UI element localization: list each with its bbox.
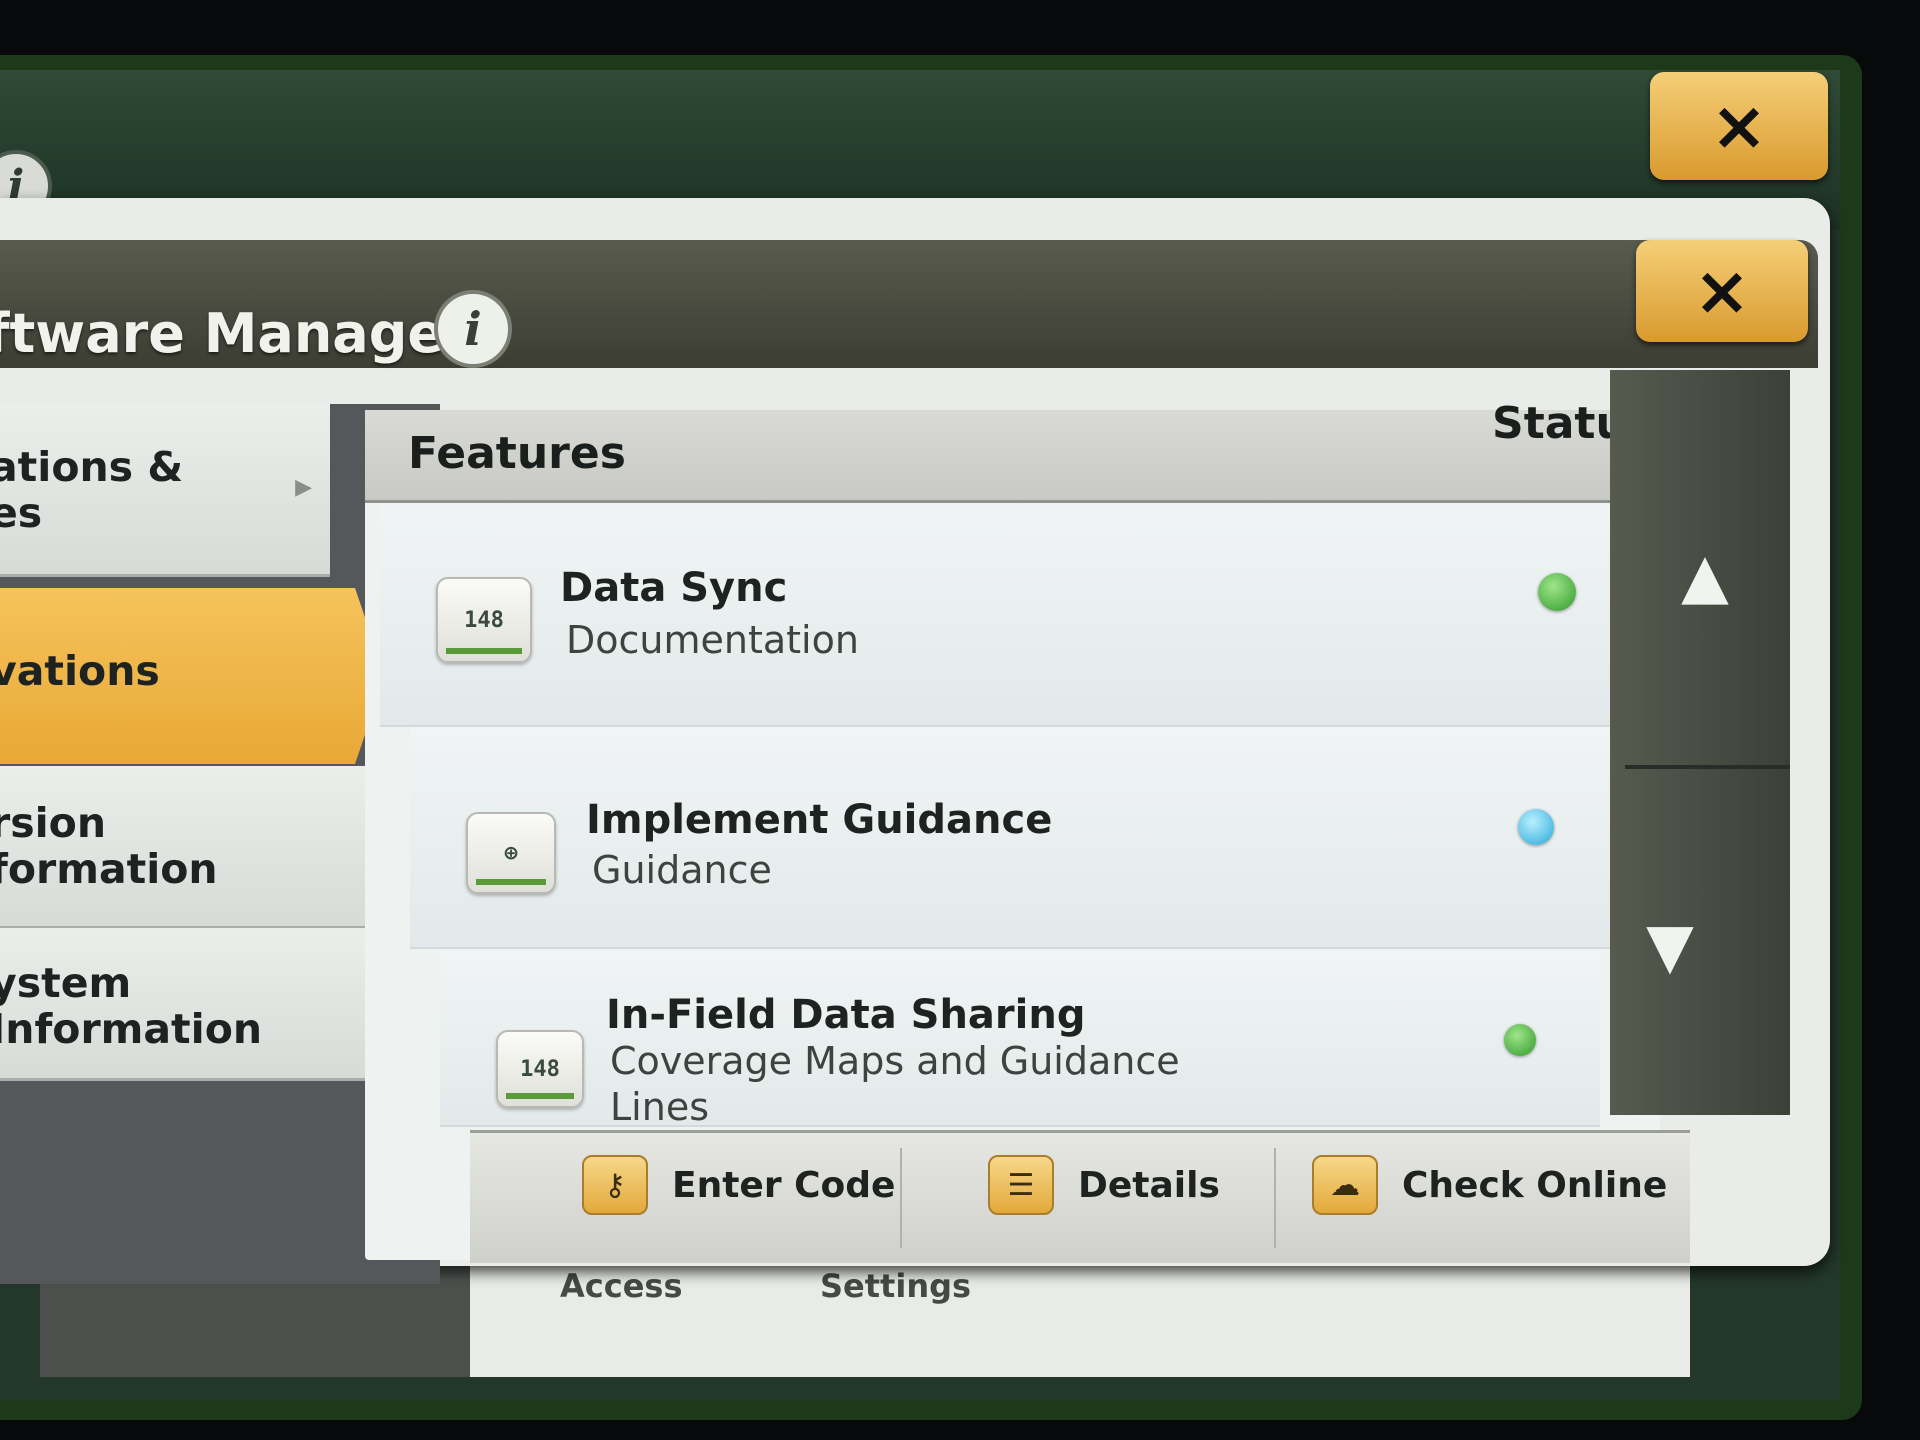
outer-close-button[interactable]: × <box>1650 72 1828 180</box>
check-online-button[interactable]: ☁ Check Online <box>1312 1155 1667 1215</box>
status-indicator-green <box>1504 1024 1536 1056</box>
feature-name: Implement Guidance <box>586 797 1053 843</box>
toolbar-divider <box>900 1148 902 1248</box>
scrollbar-divider <box>1625 765 1790 769</box>
scroll-up-arrow-icon[interactable]: ▲ <box>1650 530 1760 620</box>
scroll-down-arrow-icon[interactable]: ▼ <box>1615 900 1725 990</box>
feature-subtitle: Guidance <box>592 848 772 892</box>
enter-code-button[interactable]: ⚷ Enter Code <box>582 1155 895 1215</box>
list-item-implement-guidance[interactable]: ⊕ Implement Guidance Guidance <box>410 727 1620 949</box>
details-label: Details <box>1078 1164 1220 1206</box>
key-icon: ⚷ <box>582 1155 648 1215</box>
sidebar-item-system-information[interactable]: ystem Information ▶ <box>0 928 420 1081</box>
sidebar-item-label: rsion formation <box>0 799 218 893</box>
document-icon: ☰ <box>988 1155 1054 1215</box>
guidance-icon: ⊕ <box>466 812 556 894</box>
enter-code-label: Enter Code <box>672 1164 896 1206</box>
data-sync-icon: 148 <box>436 577 532 663</box>
list-item-in-field-data-sharing[interactable]: 148 In-Field Data Sharing Coverage Maps … <box>440 950 1600 1129</box>
chevron-right-icon: ▶ <box>295 475 312 500</box>
features-column-header: Features <box>408 428 626 479</box>
sidebar-item-version-information[interactable]: rsion formation ▶ <box>0 766 400 929</box>
toolbar-divider <box>1274 1148 1276 1248</box>
sidebar-item-label: ations & es <box>0 443 184 537</box>
sidebar-item-label: ystem Information <box>0 959 263 1053</box>
status-indicator-blue <box>1518 809 1554 845</box>
dialog-close-button[interactable]: × <box>1636 240 1808 342</box>
feature-subtitle: Coverage Maps and Guidance Lines <box>610 1039 1180 1129</box>
check-online-label: Check Online <box>1402 1164 1668 1206</box>
sidebar-item-registrations[interactable]: ations & es ▶ <box>0 404 330 577</box>
sidebar-item-label: vations <box>0 647 160 695</box>
details-button[interactable]: ☰ Details <box>988 1155 1220 1215</box>
cloud-download-icon: ☁ <box>1312 1155 1378 1215</box>
background-tab-settings: Settings <box>820 1267 972 1305</box>
feature-subtitle: Documentation <box>566 618 859 662</box>
sidebar-item-activations[interactable]: vations <box>0 588 385 764</box>
dialog-title: ftware Manager <box>0 302 471 365</box>
list-item-data-sync[interactable]: 148 Data Sync Documentation <box>380 505 1635 727</box>
feature-name: Data Sync <box>560 565 788 611</box>
status-indicator-green <box>1538 573 1576 611</box>
scrollbar[interactable] <box>1610 370 1790 1115</box>
feature-name: In-Field Data Sharing <box>606 992 1086 1038</box>
info-icon[interactable]: i <box>434 290 512 368</box>
background-tab-access: Access <box>560 1267 683 1305</box>
data-sharing-icon: 148 <box>496 1030 584 1108</box>
